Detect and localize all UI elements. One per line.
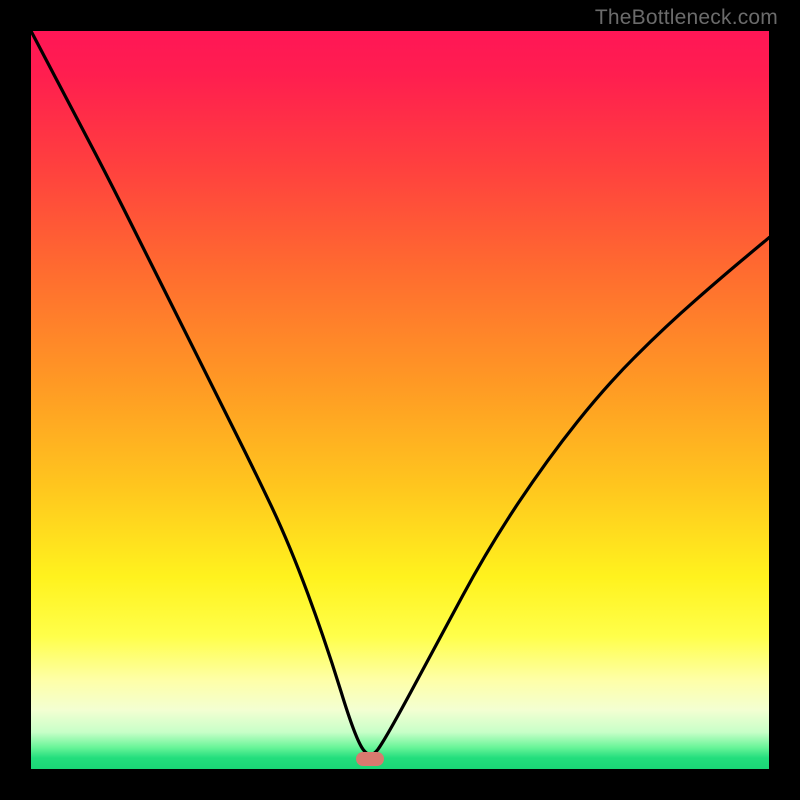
optimum-marker [356, 752, 384, 766]
attribution-text: TheBottleneck.com [595, 6, 778, 30]
bottleneck-curve [31, 31, 769, 769]
plot-area [31, 31, 769, 769]
chart-frame: TheBottleneck.com [0, 0, 800, 800]
